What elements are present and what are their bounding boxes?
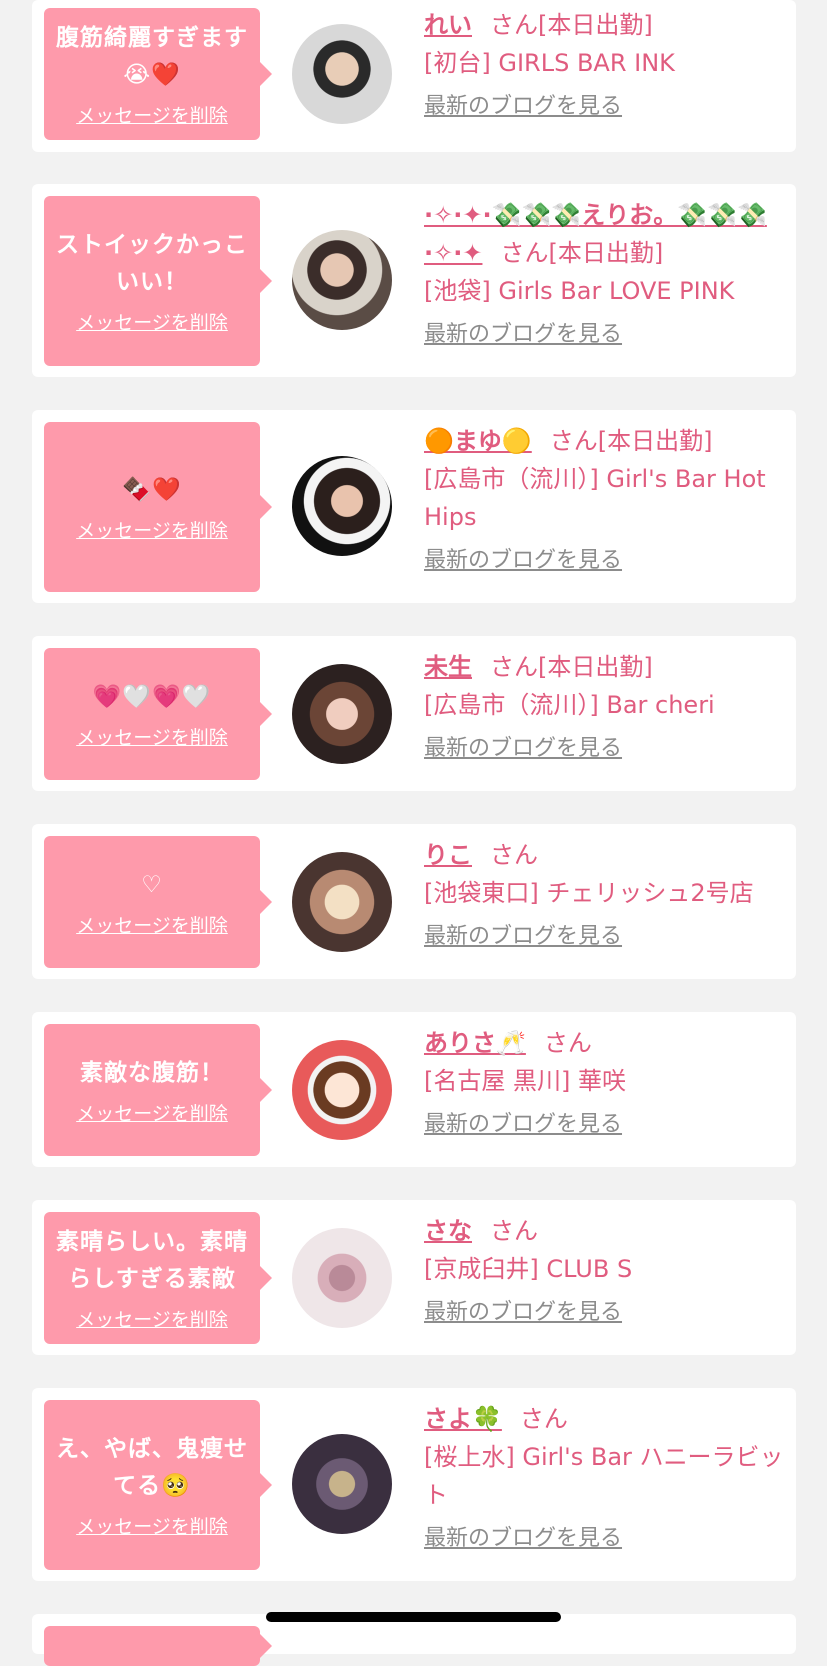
avatar[interactable] xyxy=(292,1040,392,1140)
message-text: ♡ xyxy=(141,871,163,898)
message-text: 💗🤍💗🤍 xyxy=(92,683,212,710)
blog-link[interactable]: 最新のブログを見る xyxy=(424,1110,622,1140)
avatar[interactable] xyxy=(292,24,392,124)
blog-link[interactable]: 最新のブログを見る xyxy=(424,734,622,764)
cast-name-link[interactable]: 🟠まゆ🟡 xyxy=(424,427,532,455)
cast-info: りこ さん [池袋東口] チェリッシュ2号店 最新のブログを見る xyxy=(424,836,784,952)
message-card: 素晴らしい。素晴らしすぎる素敵 メッセージを削除 さな さん [京成臼井] CLU… xyxy=(32,1200,796,1355)
blog-link[interactable]: 最新のブログを見る xyxy=(424,922,622,952)
shop-name: [池袋] Girls Bar LOVE PINK xyxy=(424,277,735,305)
message-text: 素敵な腹筋！ xyxy=(80,1059,224,1086)
delete-message-link[interactable]: メッセージを削除 xyxy=(76,104,228,128)
message-card: ♡ メッセージを削除 りこ さん [池袋東口] チェリッシュ2号店 最新のブログを… xyxy=(32,824,796,979)
avatar[interactable] xyxy=(292,456,392,556)
delete-message-link[interactable]: メッセージを削除 xyxy=(76,311,228,335)
message-text: 腹筋綺麗すぎます😭❤️ xyxy=(56,25,248,88)
cast-info: 未生 さん[本日出勤] [広島市（流川）] Bar cheri 最新のブログを見る xyxy=(424,648,784,764)
message-card: ストイックかっこいい！ メッセージを削除 ·✧·✦·💸💸💸えりお。💸💸💸·✧·✦… xyxy=(32,184,796,377)
cast-status: さん xyxy=(490,841,538,869)
delete-message-link[interactable]: メッセージを削除 xyxy=(76,519,228,543)
cast-status: さん[本日出勤] xyxy=(500,239,664,267)
shop-name: [池袋東口] チェリッシュ2号店 xyxy=(424,879,754,907)
cast-info: 🟠まゆ🟡 さん[本日出勤] [広島市（流川）] Girl's Bar Hot Hi… xyxy=(424,422,784,576)
blog-link[interactable]: 最新のブログを見る xyxy=(424,92,622,122)
cast-info: ·✧·✦·💸💸💸えりお。💸💸💸·✧·✦ さん[本日出勤] [池袋] Girls B… xyxy=(424,196,784,350)
cast-name-link[interactable]: 未生 xyxy=(424,653,472,681)
shop-name: [京成臼井] CLUB S xyxy=(424,1255,633,1283)
cast-status: さん xyxy=(543,1029,592,1057)
cast-status: さん[本日出勤] xyxy=(549,427,713,455)
shop-name: [初台] GIRLS BAR INK xyxy=(424,49,675,77)
message-text: 🍫❤️ xyxy=(122,476,182,503)
message-bubble: 素晴らしい。素晴らしすぎる素敵 メッセージを削除 xyxy=(44,1212,272,1344)
delete-message-link[interactable]: メッセージを削除 xyxy=(76,1515,228,1539)
message-bubble: え、やば、鬼痩せてる🥺 メッセージを削除 xyxy=(44,1400,272,1570)
message-card: 腹筋綺麗すぎます😭❤️ メッセージを削除 れい さん[本日出勤] [初台] GIR… xyxy=(32,0,796,152)
blog-link[interactable]: 最新のブログを見る xyxy=(424,1524,622,1554)
message-bubble: 腹筋綺麗すぎます😭❤️ メッセージを削除 xyxy=(44,8,272,140)
message-bubble-partial xyxy=(44,1626,272,1666)
avatar[interactable] xyxy=(292,852,392,952)
shop-name: [名古屋 黒川] 華咲 xyxy=(424,1067,626,1095)
message-bubble: ストイックかっこいい！ メッセージを削除 xyxy=(44,196,272,366)
blog-link[interactable]: 最新のブログを見る xyxy=(424,546,622,576)
delete-message-link[interactable]: メッセージを削除 xyxy=(76,1308,228,1332)
blog-link[interactable]: 最新のブログを見る xyxy=(424,320,622,350)
cast-status: さん[本日出勤] xyxy=(490,653,653,681)
cast-status: さん[本日出勤] xyxy=(490,11,653,39)
delete-message-link[interactable]: メッセージを削除 xyxy=(76,914,228,938)
message-bubble: 素敵な腹筋！ メッセージを削除 xyxy=(44,1024,272,1156)
cast-name-link[interactable]: さよ🍀 xyxy=(424,1405,502,1433)
cast-info: ありさ🥂 さん [名古屋 黒川] 華咲 最新のブログを見る xyxy=(424,1024,784,1140)
avatar[interactable] xyxy=(292,664,392,764)
shop-name: [桜上水] Girl's Bar ハニーラビット xyxy=(424,1443,784,1509)
cast-info: れい さん[本日出勤] [初台] GIRLS BAR INK 最新のブログを見る xyxy=(424,6,784,122)
home-indicator[interactable] xyxy=(266,1612,561,1622)
cast-name-link[interactable]: りこ xyxy=(424,841,472,869)
message-card: 素敵な腹筋！ メッセージを削除 ありさ🥂 さん [名古屋 黒川] 華咲 最新のブロ… xyxy=(32,1012,796,1167)
message-card: え、やば、鬼痩せてる🥺 メッセージを削除 さよ🍀 さん [桜上水] Girl's … xyxy=(32,1388,796,1581)
message-bubble: 🍫❤️ メッセージを削除 xyxy=(44,422,272,592)
avatar[interactable] xyxy=(292,1434,392,1534)
message-text: ストイックかっこいい！ xyxy=(56,232,248,295)
message-bubble: 💗🤍💗🤍 メッセージを削除 xyxy=(44,648,272,780)
shop-name: [広島市（流川）] Girl's Bar Hot Hips xyxy=(424,465,766,531)
message-text: え、やば、鬼痩せてる🥺 xyxy=(56,1436,248,1499)
blog-link[interactable]: 最新のブログを見る xyxy=(424,1298,622,1328)
avatar[interactable] xyxy=(292,230,392,330)
cast-name-link[interactable]: れい xyxy=(424,11,472,39)
message-card: 💗🤍💗🤍 メッセージを削除 未生 さん[本日出勤] [広島市（流川）] Bar c… xyxy=(32,636,796,791)
avatar[interactable] xyxy=(292,1228,392,1328)
delete-message-link[interactable]: メッセージを削除 xyxy=(76,726,228,750)
cast-name-link[interactable]: ありさ🥂 xyxy=(424,1029,526,1057)
message-text: 素晴らしい。素晴らしすぎる素敵 xyxy=(56,1229,248,1292)
cast-name-link[interactable]: さな xyxy=(424,1217,472,1245)
cast-status: さん xyxy=(490,1217,538,1245)
shop-name: [広島市（流川）] Bar cheri xyxy=(424,691,715,719)
cast-status: さん xyxy=(519,1405,568,1433)
cast-info: さな さん [京成臼井] CLUB S 最新のブログを見る xyxy=(424,1212,784,1328)
delete-message-link[interactable]: メッセージを削除 xyxy=(76,1102,228,1126)
message-card: 🍫❤️ メッセージを削除 🟠まゆ🟡 さん[本日出勤] [広島市（流川）] Girl… xyxy=(32,410,796,603)
cast-info: さよ🍀 さん [桜上水] Girl's Bar ハニーラビット 最新のブログを見る xyxy=(424,1400,784,1554)
message-bubble: ♡ メッセージを削除 xyxy=(44,836,272,968)
